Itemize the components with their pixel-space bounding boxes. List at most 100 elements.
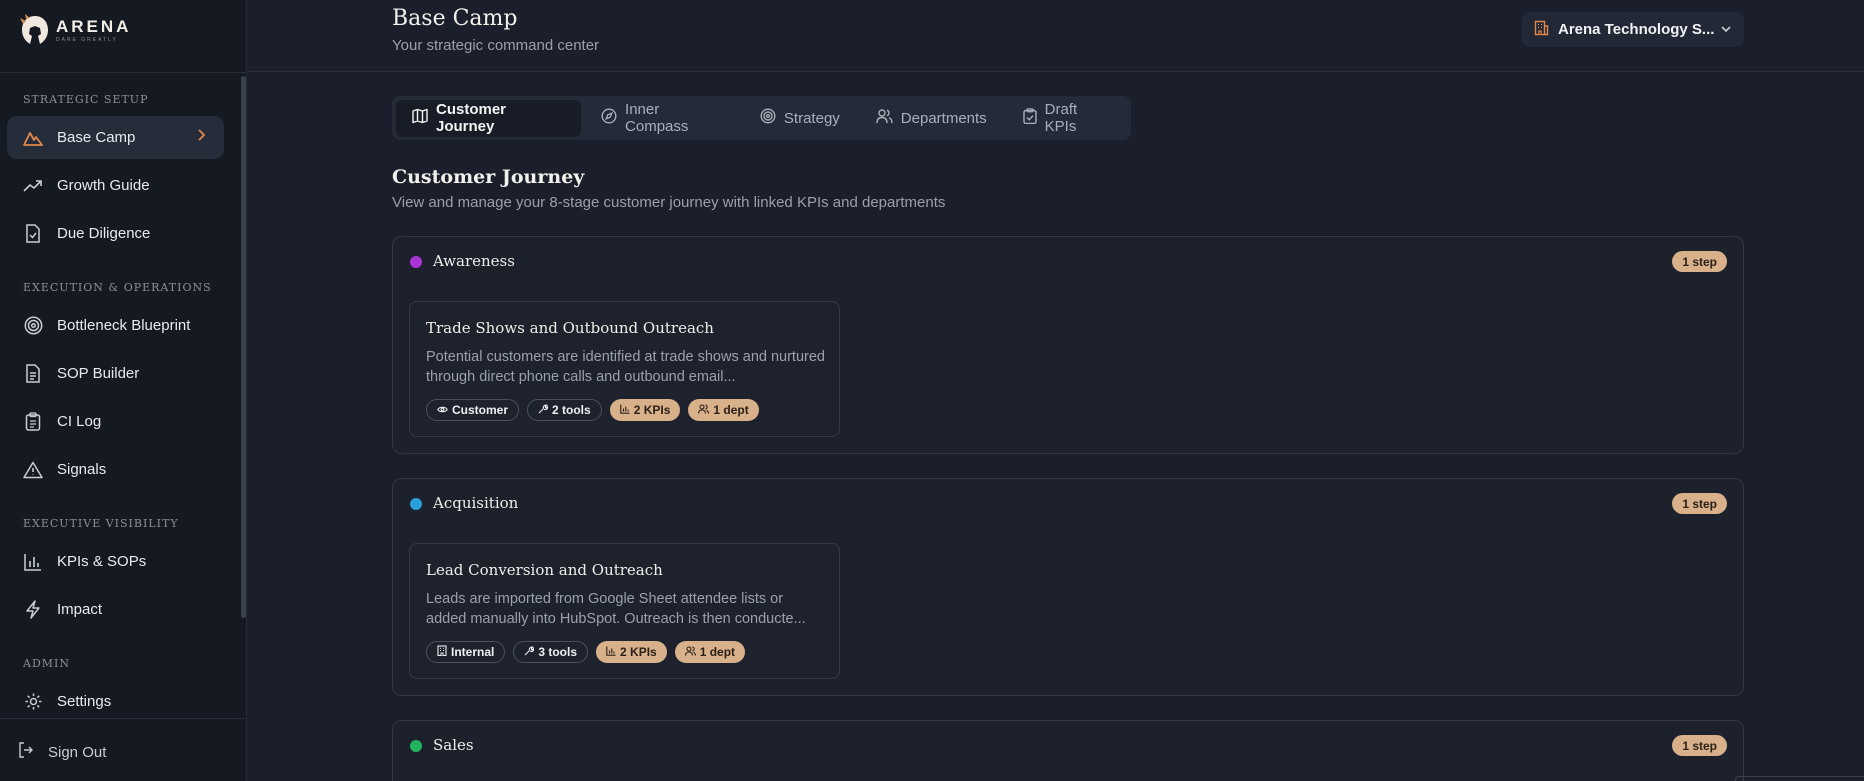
sidebar-item-signals[interactable]: Signals <box>7 448 224 491</box>
organization-name: Arena Technology S... <box>1558 21 1715 38</box>
sidebar-item-settings[interactable]: Settings <box>7 680 224 718</box>
chip-label: 1 dept <box>713 403 749 417</box>
step-count-badge: 1 step <box>1672 735 1727 756</box>
sidebar-item-label: Impact <box>57 601 103 618</box>
stage-color-dot <box>410 256 422 268</box>
spartan-helmet-icon <box>20 14 48 44</box>
section-label-execution-operations: EXECUTION & OPERATIONS <box>23 281 212 294</box>
section-heading: Customer Journey <box>392 166 585 188</box>
chip-dept: 1 dept <box>688 399 759 421</box>
stage-color-dot <box>410 740 422 752</box>
page-header: Base Camp Your strategic command center … <box>248 0 1864 72</box>
sign-out-button[interactable]: Sign Out <box>18 742 106 762</box>
chip-kpis: 2 KPIs <box>609 399 681 421</box>
sidebar-scrollbar-thumb[interactable] <box>241 76 246 618</box>
chip-kpis: 2 KPIs <box>596 641 667 663</box>
sidebar-item-label: Growth Guide <box>57 177 150 194</box>
section-label-admin: ADMIN <box>23 657 70 670</box>
step-title: Lead Conversion and Outreach <box>426 561 663 579</box>
section-label-executive-visibility: EXECUTIVE VISIBILITY <box>23 517 179 530</box>
chip-label: Internal <box>451 645 495 659</box>
sign-out-label: Sign Out <box>48 743 107 761</box>
file-text-icon <box>23 364 43 384</box>
wrench-icon <box>538 403 549 417</box>
tab-label: Customer Journey <box>436 101 507 135</box>
clipboard-list-icon <box>23 412 43 432</box>
alert-triangle-icon <box>23 460 43 480</box>
organization-selector[interactable]: Arena Technology S... <box>1522 12 1744 47</box>
chip-dept: 1 dept <box>674 641 746 663</box>
arena-logo[interactable]: ARENA DARE GREATLY <box>20 14 131 46</box>
wrench-icon <box>524 645 535 659</box>
sidebar-item-label: SOP Builder <box>57 365 140 382</box>
chip-tools: 3 tools <box>513 641 589 663</box>
map-icon <box>412 108 428 128</box>
sidebar: ARENA DARE GREATLY STRATEGIC SETUP Base … <box>0 0 247 781</box>
page-title: Base Camp <box>392 6 518 31</box>
eye-icon <box>437 403 448 417</box>
log-out-icon <box>18 742 34 762</box>
sidebar-item-kpis-sops[interactable]: KPIs & SOPs <box>7 540 224 583</box>
chip-label: 2 tools <box>552 403 591 417</box>
sidebar-item-label: Signals <box>57 461 107 478</box>
building-icon <box>437 645 447 659</box>
tab-departments[interactable]: Departments <box>860 100 1003 137</box>
brand-tagline: DARE GREATLY <box>56 36 118 43</box>
stage-card-acquisition[interactable]: Acquisition 1 step Lead Conversion and O… <box>392 478 1744 696</box>
chip-customer: Customer <box>426 399 520 421</box>
tab-label: Strategy <box>783 109 840 127</box>
sidebar-item-due-diligence[interactable]: Due Diligence <box>7 212 224 255</box>
chevron-down-icon <box>1720 22 1732 39</box>
target-icon <box>760 108 776 128</box>
tab-bar: Customer Journey Inner Compass Strategy … <box>392 96 1131 140</box>
chevron-right-icon <box>196 128 206 146</box>
tab-label: Draft KPIs <box>1044 101 1078 135</box>
sidebar-item-impact[interactable]: Impact <box>7 588 224 631</box>
sidebar-item-label: Due Diligence <box>57 225 151 242</box>
step-card[interactable]: Lead Conversion and Outreach Leads are i… <box>409 543 840 679</box>
signout-divider <box>0 718 246 719</box>
gear-icon <box>23 692 43 712</box>
tab-inner-compass[interactable]: Inner Compass <box>585 100 740 137</box>
step-description: Leads are imported from Google Sheet att… <box>426 591 806 627</box>
section-description: View and manage your 8-stage customer jo… <box>392 194 946 211</box>
stage-card-awareness[interactable]: Awareness 1 step Trade Shows and Outboun… <box>392 236 1744 454</box>
step-count-badge: 1 step <box>1672 493 1727 514</box>
chip-label: 2 KPIs <box>633 403 671 417</box>
chip-label: 1 dept <box>699 645 736 659</box>
stage-name: Acquisition <box>433 494 519 512</box>
sidebar-item-label: CI Log <box>57 413 102 430</box>
section-label-strategic-setup: STRATEGIC SETUP <box>23 93 149 106</box>
bar-chart-icon <box>619 403 630 417</box>
sidebar-item-growth-guide[interactable]: Growth Guide <box>7 164 224 207</box>
clipboard-check-icon <box>1022 108 1037 128</box>
tab-label: Departments <box>900 109 987 127</box>
sidebar-item-label: Settings <box>57 693 112 710</box>
sidebar-item-sop-builder[interactable]: SOP Builder <box>7 352 224 395</box>
tab-strategy[interactable]: Strategy <box>744 100 856 137</box>
sidebar-item-ci-log[interactable]: CI Log <box>7 400 224 443</box>
chip-tools: 2 tools <box>527 399 602 421</box>
zap-icon <box>23 600 43 620</box>
users-icon <box>876 108 893 128</box>
step-card[interactable]: Trade Shows and Outbound Outreach Potent… <box>409 301 840 437</box>
sidebar-item-bottleneck-blueprint[interactable]: Bottleneck Blueprint <box>7 304 224 347</box>
building-icon <box>1534 20 1549 40</box>
sidebar-nav: STRATEGIC SETUP Base Camp Growth Guide D… <box>0 73 240 718</box>
chip-label: 2 KPIs <box>620 645 657 659</box>
brand-name: ARENA <box>56 16 132 36</box>
file-check-icon <box>23 224 43 244</box>
sidebar-item-base-camp[interactable]: Base Camp <box>7 116 224 159</box>
step-description: Potential customers are identified at tr… <box>426 349 825 385</box>
tab-customer-journey[interactable]: Customer Journey <box>396 99 582 137</box>
tab-label: Inner Compass <box>625 101 689 135</box>
sidebar-item-label: KPIs & SOPs <box>57 553 147 570</box>
step-chips: Customer 2 tools 2 KPIs 1 dept <box>426 399 759 421</box>
tab-draft-kpis[interactable]: Draft KPIs <box>1007 100 1127 137</box>
users-icon <box>698 403 710 417</box>
bar-chart-icon <box>23 552 43 572</box>
sidebar-item-label: Bottleneck Blueprint <box>57 317 191 334</box>
page-subtitle: Your strategic command center <box>392 37 600 54</box>
stage-card-sales[interactable]: Sales 1 step <box>392 720 1744 781</box>
users-icon <box>684 645 696 659</box>
